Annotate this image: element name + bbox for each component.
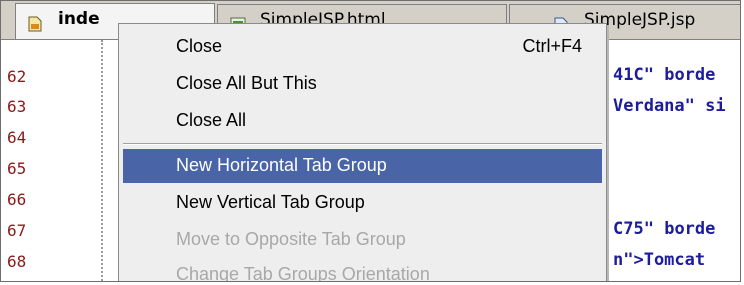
menu-item-close[interactable]: Close Ctrl+F4 xyxy=(123,30,602,64)
editor-window: inde SimpleJSP.html SimpleJSP.jsp 62 63 … xyxy=(0,0,741,282)
line-number: 63 xyxy=(7,97,27,116)
code-line-62: 41C" borde xyxy=(613,65,716,85)
menu-item-close-all-but-this[interactable]: Close All But This xyxy=(123,67,602,101)
line-number: 65 xyxy=(7,159,27,178)
line-number-gutter: 62 63 64 65 66 67 68 xyxy=(1,40,96,281)
gutter-divider xyxy=(101,40,103,281)
code-line-68: n">Tomcat xyxy=(613,250,706,270)
menu-item-new-horizontal-tab-group[interactable]: New Horizontal Tab Group xyxy=(123,149,602,183)
menu-item-label: Close xyxy=(176,36,223,56)
menu-item-label: Close All But This xyxy=(176,73,317,93)
line-number: 62 xyxy=(7,67,27,86)
menu-item-change-tab-groups-orientation: Change Tab Groups Orientation xyxy=(123,258,602,282)
line-number: 67 xyxy=(7,221,27,240)
menu-item-move-to-opposite-tab-group: Move to Opposite Tab Group xyxy=(123,223,602,257)
menu-item-label: New Horizontal Tab Group xyxy=(176,155,387,175)
tab-context-menu: Close Ctrl+F4 Close All But This Close A… xyxy=(118,23,607,282)
line-number: 66 xyxy=(7,190,27,209)
menu-item-label: Change Tab Groups Orientation xyxy=(176,264,430,282)
menu-item-label: New Vertical Tab Group xyxy=(176,192,365,212)
code-line-63: Verdana" si xyxy=(613,96,726,116)
code-line-67: C75" borde xyxy=(613,219,716,239)
menu-item-shortcut: Ctrl+F4 xyxy=(522,36,582,56)
menu-separator xyxy=(123,143,602,145)
line-number: 64 xyxy=(7,128,27,147)
menu-item-new-vertical-tab-group[interactable]: New Vertical Tab Group xyxy=(123,186,602,220)
line-number: 68 xyxy=(7,252,27,271)
menu-item-close-all[interactable]: Close All xyxy=(123,104,602,138)
menu-item-label: Close All xyxy=(176,110,247,130)
jsp-file-icon xyxy=(28,12,42,39)
tab-label: inde xyxy=(58,9,100,29)
menu-item-label: Move to Opposite Tab Group xyxy=(176,229,406,249)
